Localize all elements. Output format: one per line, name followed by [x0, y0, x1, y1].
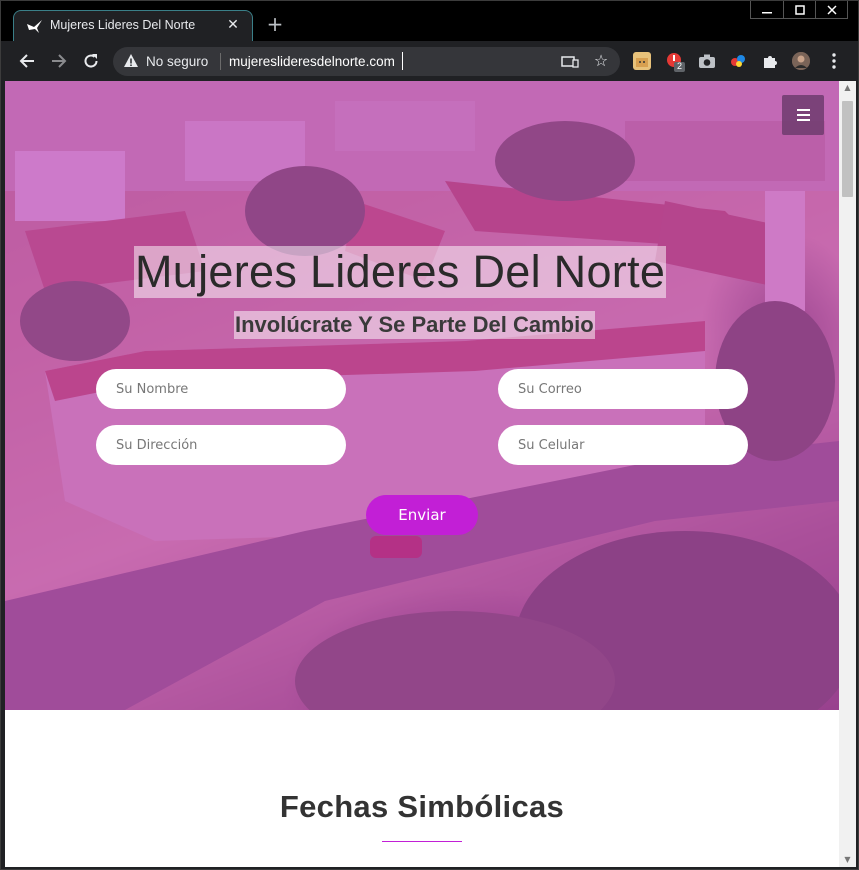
color-extension-icon[interactable] [729, 52, 747, 70]
reload-button[interactable] [79, 49, 103, 73]
extension-face-icon[interactable] [633, 52, 651, 70]
close-window-button[interactable] [815, 1, 847, 18]
hamburger-line-icon [796, 119, 810, 121]
hamburger-menu-button[interactable] [782, 95, 824, 135]
install-app-icon[interactable] [561, 54, 579, 70]
browser-window: Mujeres Lideres Del Norte ✕ + No seguro … [0, 0, 859, 870]
tab-close-icon[interactable]: ✕ [224, 16, 242, 34]
site-favicon-icon [27, 20, 42, 33]
close-icon [826, 4, 837, 15]
address-bar[interactable]: No seguro mujereslideresdelnorte.com ☆ [113, 47, 620, 76]
browser-toolbar: No seguro mujereslideresdelnorte.com ☆ 2 [1, 41, 858, 81]
hamburger-line-icon [796, 114, 810, 116]
address-separator [220, 53, 221, 70]
forward-button[interactable] [47, 49, 71, 73]
address-input[interactable] [96, 425, 346, 465]
browser-menu-button[interactable] [825, 52, 843, 70]
minimize-button[interactable] [751, 1, 783, 18]
hamburger-line-icon [796, 109, 810, 111]
extension-badge-count: 2 [677, 61, 683, 71]
extensions-button[interactable] [761, 52, 779, 70]
warning-icon [124, 54, 138, 67]
camera-extension-icon[interactable] [698, 52, 716, 70]
scroll-down-arrow-icon[interactable]: ▼ [839, 853, 856, 867]
page-scrollbar[interactable]: ▲ ▼ [839, 81, 856, 867]
maximize-icon [794, 4, 805, 15]
colorful-orbs-icon [731, 55, 745, 67]
tab-title: Mujeres Lideres Del Norte [50, 18, 196, 32]
extension-face-glyph [636, 58, 648, 67]
hero-section: Mujeres Lideres Del Norte Involúcrate Y … [5, 81, 839, 710]
avatar-icon [792, 52, 810, 70]
puzzle-icon [764, 56, 777, 68]
reload-icon [84, 54, 98, 68]
new-tab-icon[interactable]: + [265, 14, 285, 34]
profile-avatar[interactable] [792, 52, 810, 70]
browser-tab[interactable]: Mujeres Lideres Del Norte ✕ [13, 10, 253, 41]
name-input[interactable] [96, 369, 346, 409]
security-label[interactable]: No seguro [146, 54, 208, 69]
window-controls [750, 1, 848, 19]
scrollbar-thumb[interactable] [842, 101, 853, 197]
forward-arrow-icon [52, 54, 67, 68]
bookmark-star-icon[interactable]: ☆ [592, 52, 610, 70]
extension-notification-icon[interactable]: 2 [666, 52, 685, 72]
section-title-underline [382, 841, 462, 842]
dates-section-title: Fechas Simbólicas [279, 789, 565, 824]
back-button[interactable] [15, 49, 39, 73]
email-input[interactable] [498, 369, 748, 409]
maximize-button[interactable] [783, 1, 815, 18]
scroll-up-arrow-icon[interactable]: ▲ [839, 81, 856, 95]
page-viewport: Mujeres Lideres Del Norte Involúcrate Y … [5, 81, 839, 867]
url-text[interactable]: mujereslideresdelnorte.com [229, 54, 395, 69]
title-bar: Mujeres Lideres Del Norte ✕ + [1, 1, 858, 41]
hero-subtitle: Involúcrate Y Se Parte Del Cambio [234, 311, 595, 339]
phone-input[interactable] [498, 425, 748, 465]
camera-icon [699, 54, 715, 68]
submit-button[interactable]: Enviar [366, 495, 478, 535]
minimize-icon [762, 11, 772, 13]
back-arrow-icon [19, 54, 34, 68]
hero-title: Mujeres Lideres Del Norte [134, 246, 667, 298]
kebab-menu-icon [832, 53, 836, 69]
text-caret [402, 52, 403, 70]
